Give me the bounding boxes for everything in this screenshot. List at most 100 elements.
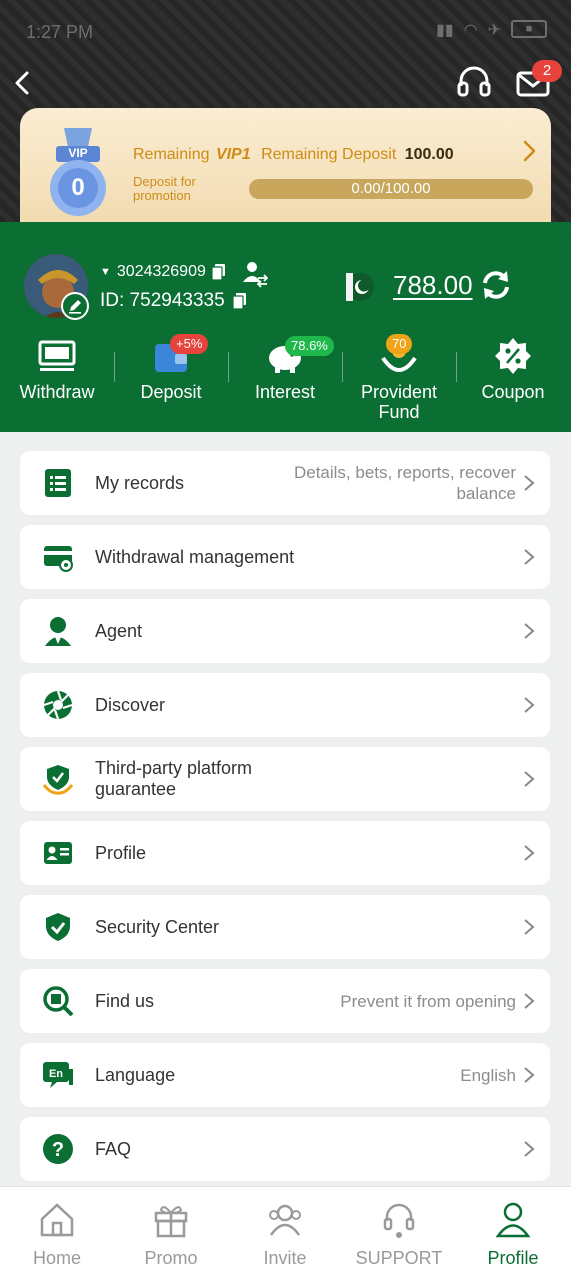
- vip-remaining-deposit-label: Remaining Deposit: [261, 146, 397, 163]
- chevron-right-icon: [524, 475, 535, 491]
- agent-icon: [42, 615, 74, 647]
- menu-profile[interactable]: Profile: [20, 821, 550, 885]
- vip-medal: VIP 0: [46, 126, 110, 218]
- vip-remaining-deposit-value: 100.00: [404, 146, 454, 163]
- copy-id-icon[interactable]: [232, 293, 247, 310]
- menu-discover[interactable]: Discover: [20, 673, 550, 737]
- nav-home[interactable]: Home: [0, 1187, 114, 1280]
- language-icon: En: [42, 1059, 74, 1091]
- refresh-balance-button[interactable]: [479, 268, 513, 302]
- account-phone-row: ▼ 3024326909: [100, 263, 226, 281]
- withdraw-icon: [37, 336, 77, 376]
- shortcut-coupon[interactable]: Coupon: [456, 334, 570, 402]
- gift-icon: [154, 1206, 188, 1238]
- vip-card[interactable]: VIP 0 Remaining VIP1 Remaining Deposit 1…: [20, 108, 551, 238]
- shortcut-coupon-label: Coupon: [481, 382, 545, 402]
- balance-amount[interactable]: 788.00: [393, 270, 473, 301]
- svg-text:En: En: [49, 1068, 63, 1080]
- menu-value: [246, 895, 516, 959]
- provident-fund-badge: 70: [386, 334, 413, 354]
- menu-agent[interactable]: Agent: [20, 599, 550, 663]
- nav-label: Invite: [263, 1248, 307, 1268]
- copy-icon[interactable]: [211, 264, 226, 281]
- vip-medal-level: 0: [71, 174, 85, 201]
- chevron-right-icon: [523, 140, 536, 162]
- support-headset-icon: [383, 1203, 415, 1238]
- account-phone: 3024326909: [116, 263, 206, 280]
- switch-account-button[interactable]: [242, 260, 269, 288]
- deposit-badge: +5%: [170, 334, 209, 354]
- edit-avatar-button[interactable]: [61, 292, 89, 320]
- pencil-icon: [69, 300, 81, 314]
- chevron-right-icon: [524, 845, 535, 861]
- signal-icon: ▮▮: [436, 22, 454, 39]
- menu-value: [246, 599, 516, 663]
- menu-value: [246, 525, 516, 589]
- vip-arrow-button[interactable]: [520, 138, 538, 164]
- shortcut-divider: [114, 352, 115, 382]
- status-bar: 1:27 PM ▮▮ ◠ ✈ ■: [0, 0, 571, 62]
- account-panel-cap: [0, 222, 571, 242]
- menu-find-us[interactable]: Find us Prevent it from opening: [20, 969, 550, 1033]
- menu-language[interactable]: En Language English: [20, 1043, 550, 1107]
- shield-hands-icon: [42, 763, 74, 795]
- menu-value: [246, 673, 516, 737]
- refresh-icon: [483, 271, 509, 299]
- nav-label: Promo: [144, 1248, 198, 1268]
- account-id: ID: 752943335: [100, 290, 225, 311]
- menu-value: [246, 1117, 516, 1181]
- menu-third-party-guarantee[interactable]: Third-party platform guarantee: [20, 747, 550, 811]
- vip-remaining-label: Remaining: [133, 146, 210, 163]
- shortcut-provident-fund-label: Provident Fund: [360, 382, 438, 422]
- wifi-icon: ◠: [463, 22, 478, 39]
- chevron-right-icon: [524, 993, 535, 1009]
- airplane-icon: ✈: [487, 22, 501, 39]
- bottom-nav: Home Promo Invite SUPPORT Profile: [0, 1186, 571, 1280]
- chevron-right-icon: [524, 919, 535, 935]
- status-icons: ▮▮ ◠ ✈ ■: [436, 20, 547, 40]
- vip-progress-bar: 0.00/100.00: [249, 179, 533, 199]
- menu-my-records[interactable]: My records Details, bets, reports, recov…: [20, 451, 550, 515]
- search-doc-icon: [42, 985, 74, 1017]
- records-icon: [42, 467, 74, 499]
- question-icon: ?: [42, 1133, 74, 1165]
- shortcut-deposit-label: Deposit: [140, 382, 202, 402]
- invite-users-icon: [269, 1204, 301, 1236]
- nav-profile[interactable]: Profile: [456, 1187, 570, 1280]
- shortcut-withdraw[interactable]: Withdraw: [0, 334, 114, 402]
- account-id-row: ID: 752943335: [100, 290, 247, 312]
- withdrawal-card-icon: [42, 541, 74, 573]
- nav-invite[interactable]: Invite: [228, 1187, 342, 1280]
- status-time: 1:27 PM: [26, 22, 94, 42]
- medal-icon: [50, 128, 106, 216]
- chevron-right-icon: [524, 1067, 535, 1083]
- vip-level: VIP1: [215, 146, 251, 163]
- coupon-icon: [493, 336, 533, 376]
- chevron-left-icon: [15, 71, 29, 95]
- nav-support[interactable]: SUPPORT: [342, 1187, 456, 1280]
- menu-value: [246, 821, 516, 885]
- vip-medal-label: VIP: [68, 146, 88, 160]
- menu-security-center[interactable]: Security Center: [20, 895, 550, 959]
- interest-badge: 78.6%: [285, 336, 334, 356]
- caret-down-icon[interactable]: ▼: [100, 266, 111, 278]
- pakistan-flag-icon: [346, 273, 374, 301]
- shortcut-withdraw-label: Withdraw: [19, 382, 95, 402]
- vip-remaining-line: Remaining VIP1 Remaining Deposit 100.00: [133, 146, 454, 164]
- profile-icon: [495, 1202, 531, 1238]
- nav-label: Home: [32, 1248, 81, 1268]
- shield-check-icon: [42, 911, 74, 943]
- user-switch-icon: [243, 262, 269, 288]
- chevron-right-icon: [524, 697, 535, 713]
- shortcut-interest-label: Interest: [254, 382, 316, 402]
- aperture-icon: [42, 689, 74, 721]
- svg-text:?: ?: [52, 1139, 64, 1161]
- customer-service-button[interactable]: [456, 64, 492, 100]
- menu-value: Details, bets, reports, recover balance: [293, 463, 516, 503]
- menu-withdrawal-management[interactable]: Withdrawal management: [20, 525, 550, 589]
- menu-value: [246, 747, 516, 811]
- menu-faq[interactable]: ? FAQ: [20, 1117, 550, 1181]
- back-button[interactable]: [8, 66, 38, 100]
- chevron-right-icon: [524, 771, 535, 787]
- nav-promo[interactable]: Promo: [114, 1187, 228, 1280]
